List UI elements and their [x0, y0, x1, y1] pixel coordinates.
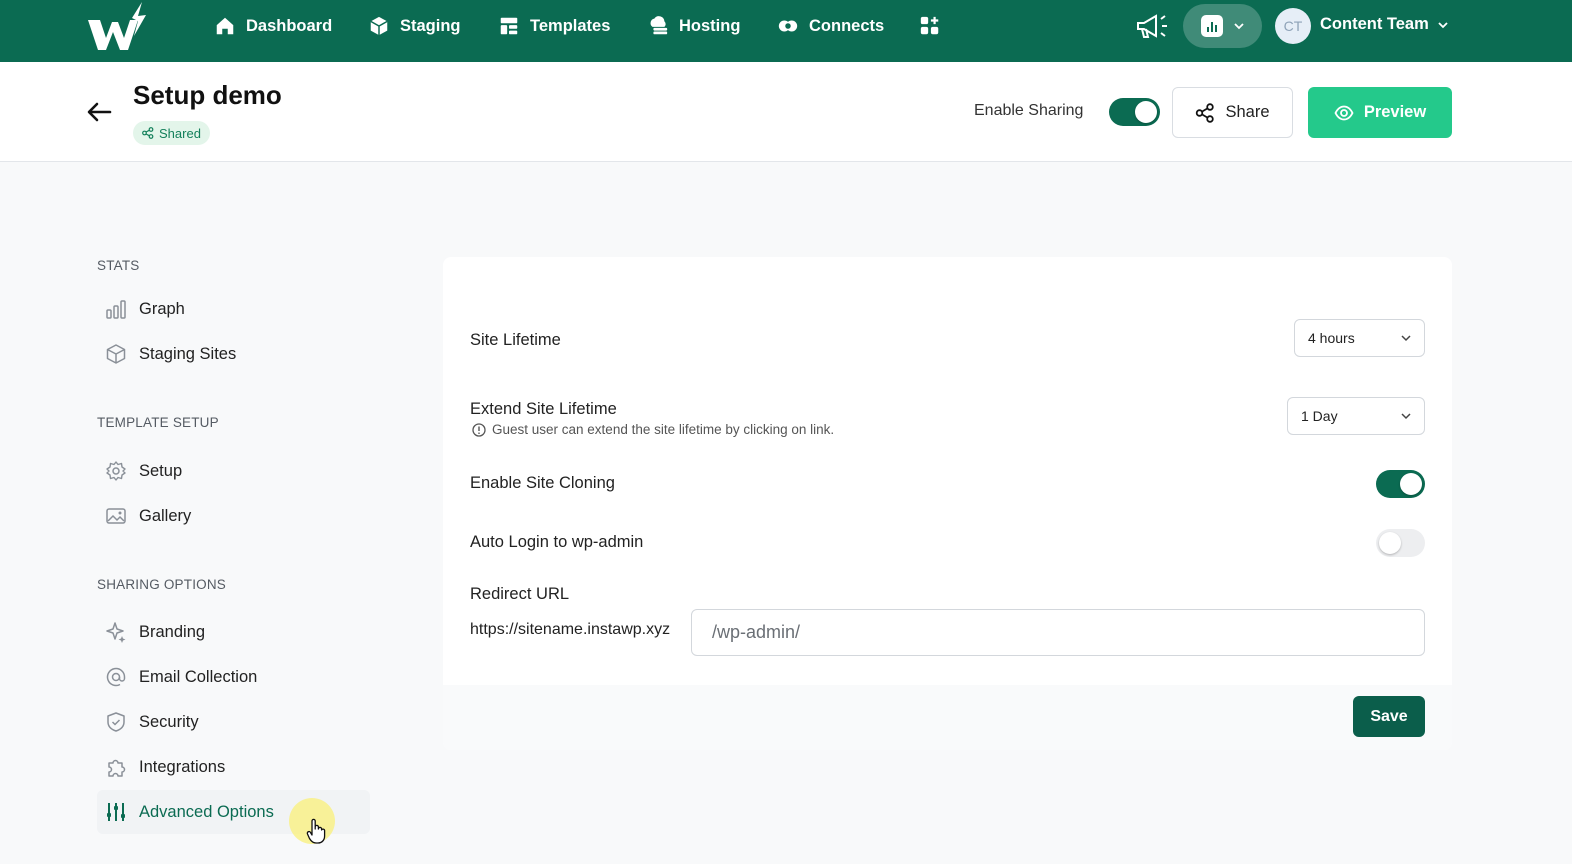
hand-cursor-icon [306, 818, 326, 844]
advanced-options-card: Site Lifetime 4 hours Extend Site Lifeti… [443, 257, 1452, 750]
sidebar-item-integrations[interactable]: Integrations [97, 745, 370, 789]
nav-hosting[interactable]: Hosting [647, 0, 740, 52]
redirect-url-input[interactable] [691, 609, 1425, 656]
bar-chart-icon [105, 298, 127, 320]
toggle-knob [1400, 473, 1422, 495]
redirect-url-prefix: https://sitename.instawp.xyz [470, 621, 671, 638]
sidebar-item-branding[interactable]: Branding [97, 610, 370, 654]
top-navbar: Dashboard Staging Templates Hosting Conn… [0, 0, 1572, 62]
extend-lifetime-hint: Guest user can extend the site lifetime … [472, 422, 834, 437]
connects-icon [778, 20, 798, 32]
save-button[interactable]: Save [1353, 696, 1425, 737]
cube-icon [105, 343, 127, 365]
chevron-down-icon [1401, 335, 1411, 342]
enable-sharing-label: Enable Sharing [974, 102, 1084, 119]
site-lifetime-value: 4 hours [1308, 330, 1355, 346]
card-footer [443, 685, 1452, 750]
sliders-icon [105, 801, 127, 823]
nav-apps[interactable] [919, 0, 941, 52]
preview-button-label: Preview [1363, 103, 1427, 121]
sidebar-item-security[interactable]: Security [97, 700, 370, 744]
user-name[interactable]: Content Team [1320, 15, 1429, 34]
share-icon [1196, 102, 1215, 123]
sidebar-item-label: Graph [139, 299, 185, 318]
sparkle-icon [105, 621, 127, 643]
image-icon [105, 505, 127, 527]
sidebar-item-label: Setup [139, 461, 183, 480]
page-header: Setup demo Shared Enable Sharing Share P… [0, 62, 1572, 162]
cube-icon [370, 16, 388, 36]
nav-connects-label: Connects [809, 16, 885, 35]
puzzle-icon [105, 756, 127, 778]
site-lifetime-select[interactable]: 4 hours [1294, 319, 1425, 357]
sidebar-item-label: Gallery [139, 506, 192, 525]
sidebar-item-label: Email Collection [139, 667, 258, 686]
sidebar-item-email-collection[interactable]: Email Collection [97, 655, 370, 699]
site-cloning-toggle[interactable] [1376, 470, 1425, 498]
preview-button[interactable]: Preview [1308, 87, 1452, 138]
nav-staging[interactable]: Staging [368, 0, 461, 52]
back-arrow-icon[interactable] [86, 100, 112, 124]
home-icon [216, 17, 234, 35]
at-sign-icon [105, 666, 127, 688]
site-lifetime-label: Site Lifetime [470, 331, 561, 349]
eye-icon [1334, 105, 1354, 120]
status-badge-label: Shared [159, 125, 201, 141]
share-button-label: Share [1225, 103, 1270, 121]
chevron-down-icon [1401, 413, 1411, 420]
enable-sharing-toggle[interactable] [1109, 98, 1160, 126]
stats-dropdown-button[interactable] [1183, 4, 1262, 48]
extend-lifetime-label: Extend Site Lifetime [470, 400, 617, 418]
nav-dashboard[interactable]: Dashboard [214, 0, 332, 52]
share-button[interactable]: Share [1172, 87, 1293, 138]
nav-connects[interactable]: Connects [777, 0, 884, 52]
sidebar-item-label: Staging Sites [139, 344, 237, 363]
sidebar-item-setup[interactable]: Setup [97, 449, 370, 493]
auto-login-label: Auto Login to wp-admin [470, 533, 644, 551]
megaphone-icon[interactable] [1134, 10, 1170, 42]
sidebar-item-gallery[interactable]: Gallery [97, 494, 370, 538]
page-title: Setup demo [133, 80, 282, 110]
nav-staging-label: Staging [400, 16, 461, 35]
redirect-url-label: Redirect URL [470, 585, 570, 603]
logo-icon[interactable] [86, 2, 150, 54]
nav-templates[interactable]: Templates [498, 0, 610, 52]
gear-icon [105, 460, 127, 482]
extend-lifetime-hint-text: Guest user can extend the site lifetime … [492, 422, 835, 437]
sidebar-item-label: Security [139, 712, 199, 731]
nav-templates-label: Templates [530, 16, 611, 35]
info-icon [472, 422, 486, 437]
sidebar-heading-sharing-options: SHARING OPTIONS [97, 577, 227, 592]
share-icon [142, 127, 154, 139]
sidebar-heading-stats: STATS [97, 258, 140, 273]
shield-icon [105, 711, 127, 733]
sidebar-item-graph[interactable]: Graph [97, 287, 370, 331]
site-cloning-label: Enable Site Cloning [470, 474, 615, 492]
avatar[interactable]: CT [1275, 8, 1311, 44]
status-badge: Shared [133, 121, 210, 145]
extend-lifetime-value: 1 Day [1301, 408, 1338, 424]
toggle-knob [1379, 532, 1401, 554]
toggle-knob [1135, 101, 1157, 123]
sidebar-item-label: Integrations [139, 757, 226, 776]
nav-dashboard-label: Dashboard [246, 16, 333, 35]
chevron-down-icon[interactable] [1436, 18, 1450, 32]
auto-login-toggle[interactable] [1376, 529, 1425, 557]
bar-chart-icon [1200, 15, 1223, 37]
chevron-down-icon [1233, 23, 1244, 30]
sidebar-item-staging-sites[interactable]: Staging Sites [97, 332, 370, 376]
sidebar-item-label: Branding [139, 622, 206, 641]
apps-grid-icon [920, 16, 939, 35]
sidebar-item-label: Advanced Options [139, 802, 274, 821]
extend-lifetime-select[interactable]: 1 Day [1287, 397, 1425, 435]
nav-hosting-label: Hosting [679, 16, 741, 35]
template-icon [500, 17, 518, 35]
sidebar-heading-template-setup: TEMPLATE SETUP [97, 415, 219, 430]
cloud-server-icon [650, 16, 668, 35]
